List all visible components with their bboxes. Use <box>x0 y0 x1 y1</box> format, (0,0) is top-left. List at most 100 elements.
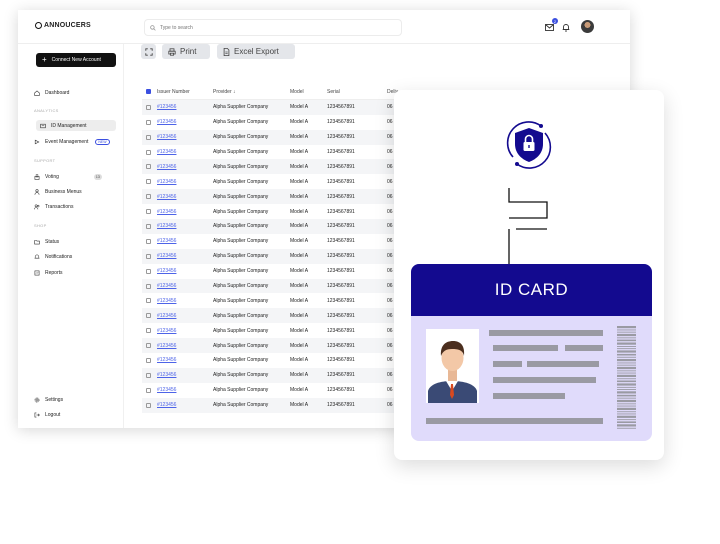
user-avatar[interactable] <box>581 20 594 33</box>
row-checkbox[interactable] <box>146 179 151 185</box>
row-checkbox[interactable] <box>146 387 151 393</box>
row-checkbox[interactable] <box>146 119 151 125</box>
excel-export-button[interactable]: Excel Export <box>217 44 295 59</box>
table-cell: 1234567891 <box>327 387 355 394</box>
row-checkbox[interactable] <box>146 209 151 215</box>
section-shop: SHOP <box>34 223 47 228</box>
table-cell: Alpha Supplier Company <box>213 312 269 319</box>
issuer-link[interactable]: #123456 <box>157 343 213 349</box>
sidebar-item-notifications[interactable]: Notifications <box>34 251 72 262</box>
table-cell: Model A <box>290 357 309 364</box>
row-checkbox[interactable] <box>146 149 151 155</box>
issuer-link[interactable]: #123456 <box>157 104 213 110</box>
column-header[interactable]: Serial <box>327 89 387 95</box>
sidebar-item-reports[interactable]: Reports <box>34 267 63 278</box>
sidebar-item-settings[interactable]: Settings <box>34 394 63 405</box>
column-header[interactable]: Model <box>290 89 327 95</box>
issuer-link[interactable]: #123456 <box>157 402 213 408</box>
table-cell: Alpha Supplier Company <box>213 208 269 215</box>
row-checkbox[interactable] <box>146 343 151 349</box>
issuer-link[interactable]: #123456 <box>157 372 213 378</box>
fullscreen-button[interactable] <box>141 44 156 59</box>
barcode-bar <box>617 326 636 329</box>
select-all-checkbox[interactable] <box>146 89 151 95</box>
table-cell: Model A <box>290 238 309 245</box>
sidebar-item-logout[interactable]: Logout <box>34 409 60 420</box>
table-cell: 1234567891 <box>327 312 355 319</box>
issuer-link[interactable]: #123456 <box>157 149 213 155</box>
table-cell: Alpha Supplier Company <box>213 119 269 126</box>
column-header[interactable]: Issuer Number <box>157 89 213 95</box>
table-cell: Model A <box>290 372 309 379</box>
issuer-link[interactable]: #123456 <box>157 253 213 259</box>
search-input[interactable] <box>160 24 360 31</box>
issuer-link[interactable]: #123456 <box>157 313 213 319</box>
id-text-line <box>426 418 603 424</box>
table-cell: 1234567891 <box>327 402 355 409</box>
barcode-bar <box>617 339 636 342</box>
table-cell: 1234567891 <box>327 268 355 275</box>
row-checkbox[interactable] <box>146 298 151 304</box>
table-cell: Model A <box>290 297 309 304</box>
issuer-link[interactable]: #123456 <box>157 357 213 363</box>
row-checkbox[interactable] <box>146 223 151 229</box>
issuer-link[interactable]: #123456 <box>157 209 213 215</box>
table-cell: Model A <box>290 253 309 260</box>
row-checkbox[interactable] <box>146 372 151 378</box>
sidebar-item-label: Notifications <box>45 253 73 260</box>
row-checkbox[interactable] <box>146 268 151 274</box>
row-checkbox[interactable] <box>146 357 151 363</box>
table-cell: Alpha Supplier Company <box>213 253 269 260</box>
row-checkbox[interactable] <box>146 313 151 319</box>
issuer-link[interactable]: #123456 <box>157 268 213 274</box>
sidebar-item-voting[interactable]: Voting 13 <box>34 171 102 182</box>
issuer-link[interactable]: #123456 <box>157 328 213 334</box>
sidebar-item-dashboard[interactable]: Dashboard <box>34 87 69 98</box>
section-support: SUPPORT <box>34 158 56 163</box>
issuer-link[interactable]: #123456 <box>157 134 213 140</box>
row-checkbox[interactable] <box>146 402 151 408</box>
row-checkbox[interactable] <box>146 104 151 110</box>
column-header[interactable]: Provider ↓ <box>213 89 290 95</box>
top-bar: ANNOUCERS 2 <box>18 10 630 44</box>
issuer-link[interactable]: #123456 <box>157 194 213 200</box>
row-checkbox[interactable] <box>146 238 151 244</box>
search-box[interactable] <box>144 19 402 36</box>
barcode-bar <box>617 370 636 372</box>
app-logo[interactable]: ANNOUCERS <box>35 22 91 29</box>
table-cell: 1234567891 <box>327 149 355 155</box>
row-checkbox[interactable] <box>146 164 151 170</box>
issuer-link[interactable]: #123456 <box>157 223 213 229</box>
row-checkbox[interactable] <box>146 253 151 259</box>
id-text-line <box>493 377 596 383</box>
issuer-link[interactable]: #123456 <box>157 179 213 185</box>
issuer-link[interactable]: #123456 <box>157 283 213 289</box>
connect-new-account-button[interactable]: + Connect New Account <box>36 53 116 67</box>
table-cell: Model A <box>290 163 309 170</box>
sidebar-item-event-management[interactable]: Event Management NEW <box>34 136 110 147</box>
person-portrait-icon <box>426 329 479 403</box>
row-checkbox[interactable] <box>146 134 151 140</box>
print-button[interactable]: Print <box>162 44 210 59</box>
table-cell: 1234567891 <box>327 372 355 379</box>
table-cell: 1234567891 <box>327 163 355 170</box>
issuer-link[interactable]: #123456 <box>157 119 213 125</box>
issuer-link[interactable]: #123456 <box>157 387 213 393</box>
row-checkbox[interactable] <box>146 194 151 200</box>
notification-button[interactable] <box>560 21 572 33</box>
row-checkbox[interactable] <box>146 328 151 334</box>
sidebar-item-label: Business Menus <box>45 188 82 195</box>
barcode-bar <box>617 411 636 413</box>
mail-button[interactable]: 2 <box>543 18 558 33</box>
row-checkbox[interactable] <box>146 283 151 289</box>
sidebar-item-status[interactable]: Status <box>34 236 59 247</box>
id-text-line <box>565 345 603 351</box>
issuer-link[interactable]: #123456 <box>157 298 213 304</box>
sidebar-item-business-menus[interactable]: Business Menus <box>34 186 82 197</box>
sidebar-item-transactions[interactable]: Transactions <box>34 201 73 212</box>
issuer-link[interactable]: #123456 <box>157 164 213 170</box>
search-icon <box>150 24 156 31</box>
bell-icon <box>34 254 40 258</box>
sidebar-item-id-management[interactable]: ID Management <box>36 120 116 131</box>
issuer-link[interactable]: #123456 <box>157 238 213 244</box>
